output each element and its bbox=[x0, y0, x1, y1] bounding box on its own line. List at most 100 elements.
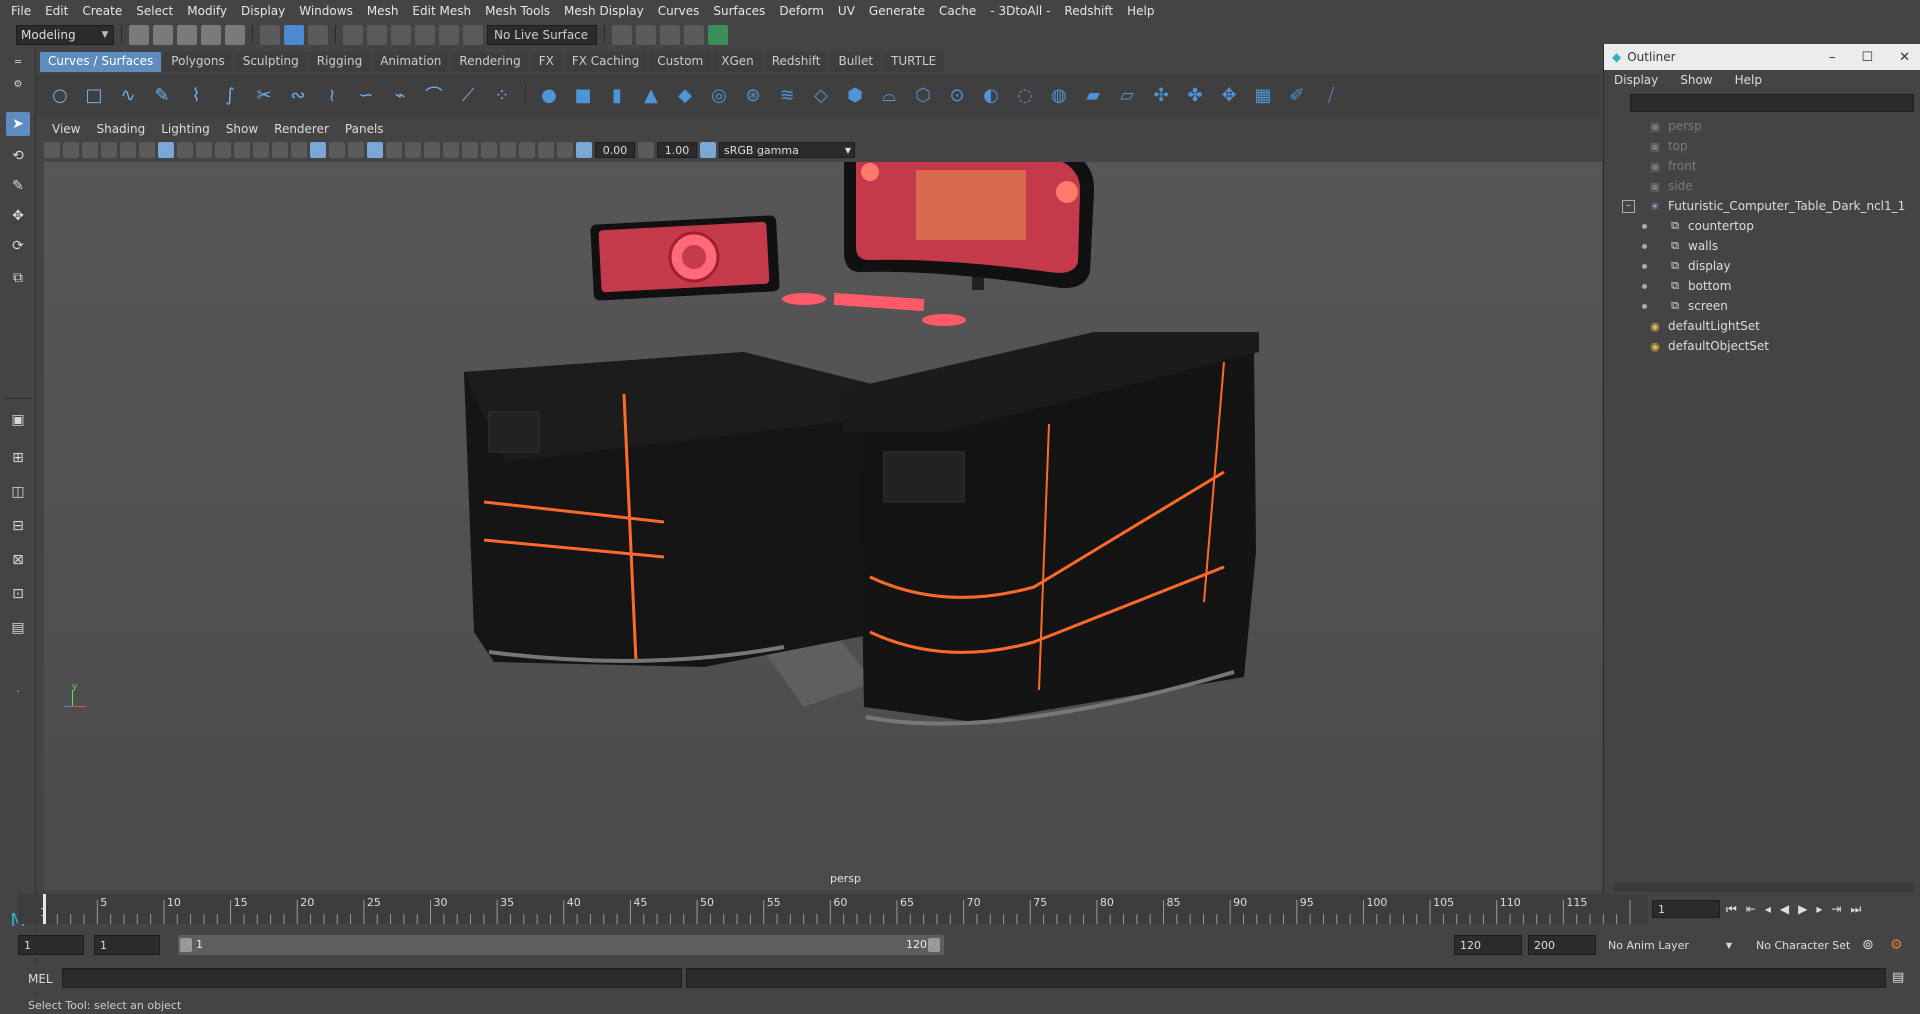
outliner-menu-show[interactable]: Show bbox=[1680, 73, 1712, 87]
command-input[interactable] bbox=[62, 968, 682, 988]
desk-small-screen[interactable] bbox=[590, 215, 780, 301]
shelf-tab-bullet[interactable]: Bullet bbox=[830, 52, 882, 72]
auto-key-icon[interactable]: ⊚ bbox=[1862, 935, 1874, 955]
outliner-horizontal-scrollbar[interactable] bbox=[1614, 882, 1914, 892]
rebuild-surface-icon[interactable]: ✥ bbox=[1215, 81, 1243, 109]
menu-select[interactable]: Select bbox=[129, 4, 180, 18]
ipr-render-icon[interactable] bbox=[660, 25, 680, 45]
surface-fillet-icon[interactable]: ▦ bbox=[1249, 81, 1277, 109]
snap-view-plane-icon[interactable] bbox=[415, 25, 435, 45]
xray-icon[interactable] bbox=[519, 142, 535, 158]
panel-menu-renderer[interactable]: Renderer bbox=[266, 122, 337, 136]
menu-mesh-display[interactable]: Mesh Display bbox=[557, 4, 651, 18]
select-component-icon[interactable] bbox=[308, 25, 328, 45]
render-current-frame-icon[interactable] bbox=[636, 25, 656, 45]
live-surface-field[interactable]: No Live Surface bbox=[487, 25, 597, 45]
use-default-material-icon[interactable] bbox=[329, 142, 345, 158]
outliner-item-defaultlightset[interactable]: ◉ defaultLightSet bbox=[1604, 316, 1920, 336]
cut-curve-icon[interactable]: ✂ bbox=[250, 81, 278, 109]
detach-curves-icon[interactable]: ≀ bbox=[318, 81, 346, 109]
snap-live-icon[interactable] bbox=[439, 25, 459, 45]
four-view-layout-icon[interactable]: ⊞ bbox=[6, 446, 30, 470]
shelf-tab-animation[interactable]: Animation bbox=[372, 52, 450, 72]
outliner-menu-display[interactable]: Display bbox=[1614, 73, 1658, 87]
smooth-shade-icon[interactable] bbox=[310, 142, 326, 158]
single-view-layout-icon[interactable]: ▣ bbox=[6, 408, 30, 432]
menu-mesh-tools[interactable]: Mesh Tools bbox=[478, 4, 557, 18]
rebuild-curve-icon[interactable]: ∽ bbox=[352, 81, 380, 109]
extrude-icon[interactable]: ⬢ bbox=[841, 81, 869, 109]
outliner-menu-help[interactable]: Help bbox=[1735, 73, 1762, 87]
bevel-plus-icon[interactable]: ⬡ bbox=[909, 81, 937, 109]
render-settings-icon[interactable] bbox=[684, 25, 704, 45]
side-by-side-layout-icon[interactable]: ◫ bbox=[6, 480, 30, 504]
safe-action-icon[interactable] bbox=[253, 142, 269, 158]
extend-curve-icon[interactable]: ⟋ bbox=[454, 81, 482, 109]
step-back-frame-icon[interactable]: ◂ bbox=[1765, 902, 1771, 916]
untrim-icon[interactable]: ◍ bbox=[1045, 81, 1073, 109]
step-forward-frame-icon[interactable]: ▸ bbox=[1816, 902, 1822, 916]
shelf-tab-curves-surfaces[interactable]: Curves / Surfaces bbox=[40, 52, 162, 72]
shelf-tab-fx[interactable]: FX bbox=[530, 52, 562, 72]
snap-grid-icon[interactable] bbox=[343, 25, 363, 45]
select-camera-icon[interactable] bbox=[44, 142, 60, 158]
shelf-tab-sculpting[interactable]: Sculpting bbox=[234, 52, 307, 72]
nurbs-plane-icon[interactable]: ◆ bbox=[671, 81, 699, 109]
nurbs-cone-icon[interactable]: ▲ bbox=[637, 81, 665, 109]
time-slider[interactable]: 1510152025303540455055606570758085909510… bbox=[18, 894, 1648, 924]
magnet-icon[interactable] bbox=[463, 25, 483, 45]
desk-right-cabinet[interactable] bbox=[834, 332, 1259, 726]
snap-point-icon[interactable] bbox=[391, 25, 411, 45]
outliner-item-top[interactable]: ▣ top bbox=[1604, 136, 1920, 156]
panel-menu-panels[interactable]: Panels bbox=[337, 122, 392, 136]
play-forwards-icon[interactable]: ▶ bbox=[1798, 902, 1807, 916]
outliner-item-front[interactable]: ▣ front bbox=[1604, 156, 1920, 176]
bezier-curve-icon[interactable]: ∫ bbox=[216, 81, 244, 109]
open-scene-icon[interactable] bbox=[153, 25, 173, 45]
shadows-icon[interactable] bbox=[405, 142, 421, 158]
textured-icon[interactable] bbox=[367, 142, 383, 158]
menu-deform[interactable]: Deform bbox=[772, 4, 831, 18]
shelf-tab-polygons[interactable]: Polygons bbox=[163, 52, 233, 72]
sculpt-geometry-icon[interactable]: ✐ bbox=[1283, 81, 1311, 109]
outliner-item-group[interactable]: ✳ Futuristic_Computer_Table_Dark_ncl1_1 – bbox=[1604, 196, 1920, 216]
revolve-icon[interactable]: ⊛ bbox=[739, 81, 767, 109]
camera-attributes-icon[interactable] bbox=[63, 142, 79, 158]
new-scene-icon[interactable] bbox=[129, 25, 149, 45]
menu-edit[interactable]: Edit bbox=[38, 4, 75, 18]
color-management-icon[interactable] bbox=[700, 142, 716, 158]
hypershade-icon[interactable] bbox=[708, 25, 728, 45]
layout-options-icon[interactable]: · bbox=[6, 680, 30, 704]
attach-surfaces-icon[interactable]: ▰ bbox=[1079, 81, 1107, 109]
current-frame-field[interactable]: 1 bbox=[1652, 900, 1720, 918]
select-hierarchy-icon[interactable] bbox=[260, 25, 280, 45]
curve-points-icon[interactable]: ⁘ bbox=[488, 81, 516, 109]
collapse-icon[interactable]: – bbox=[1622, 199, 1635, 213]
menu-3dtoall[interactable]: - 3DtoAll - bbox=[983, 4, 1057, 18]
nurbs-cube-icon[interactable]: ■ bbox=[569, 81, 597, 109]
planar-icon[interactable]: ◇ bbox=[807, 81, 835, 109]
outliner-item-screen[interactable]: ⧉ screen bbox=[1604, 296, 1920, 316]
2d-pan-zoom-icon[interactable] bbox=[120, 142, 136, 158]
outliner-search-field[interactable] bbox=[1630, 94, 1914, 112]
wireframe-on-shaded-icon[interactable] bbox=[348, 142, 364, 158]
safe-title-icon[interactable] bbox=[272, 142, 288, 158]
hypershade-layout-icon[interactable]: ⊡ bbox=[6, 582, 30, 606]
scale-tool-icon[interactable]: ⧉ bbox=[6, 266, 30, 290]
shelf-tab-fx-caching[interactable]: FX Caching bbox=[563, 52, 648, 72]
rotate-tool-icon[interactable]: ⟳ bbox=[6, 234, 30, 258]
character-set-dropdown[interactable]: No Character Set bbox=[1750, 935, 1868, 955]
panel-menu-lighting[interactable]: Lighting bbox=[153, 122, 218, 136]
render-view-icon[interactable] bbox=[612, 25, 632, 45]
shelf-tab-rigging[interactable]: Rigging bbox=[308, 52, 371, 72]
current-time-marker[interactable] bbox=[43, 894, 46, 924]
menu-mesh[interactable]: Mesh bbox=[360, 4, 406, 18]
close-icon[interactable]: ✕ bbox=[1899, 50, 1910, 65]
playback-end-field[interactable]: 120 bbox=[1454, 935, 1522, 955]
select-object-icon[interactable] bbox=[284, 25, 304, 45]
menu-modify[interactable]: Modify bbox=[180, 4, 234, 18]
persp-graph-layout-icon[interactable]: ⊠ bbox=[6, 548, 30, 572]
menu-surfaces[interactable]: Surfaces bbox=[706, 4, 772, 18]
go-to-end-icon[interactable]: ⏭ bbox=[1850, 902, 1861, 917]
nurbs-circle-icon[interactable]: ○ bbox=[46, 81, 74, 109]
